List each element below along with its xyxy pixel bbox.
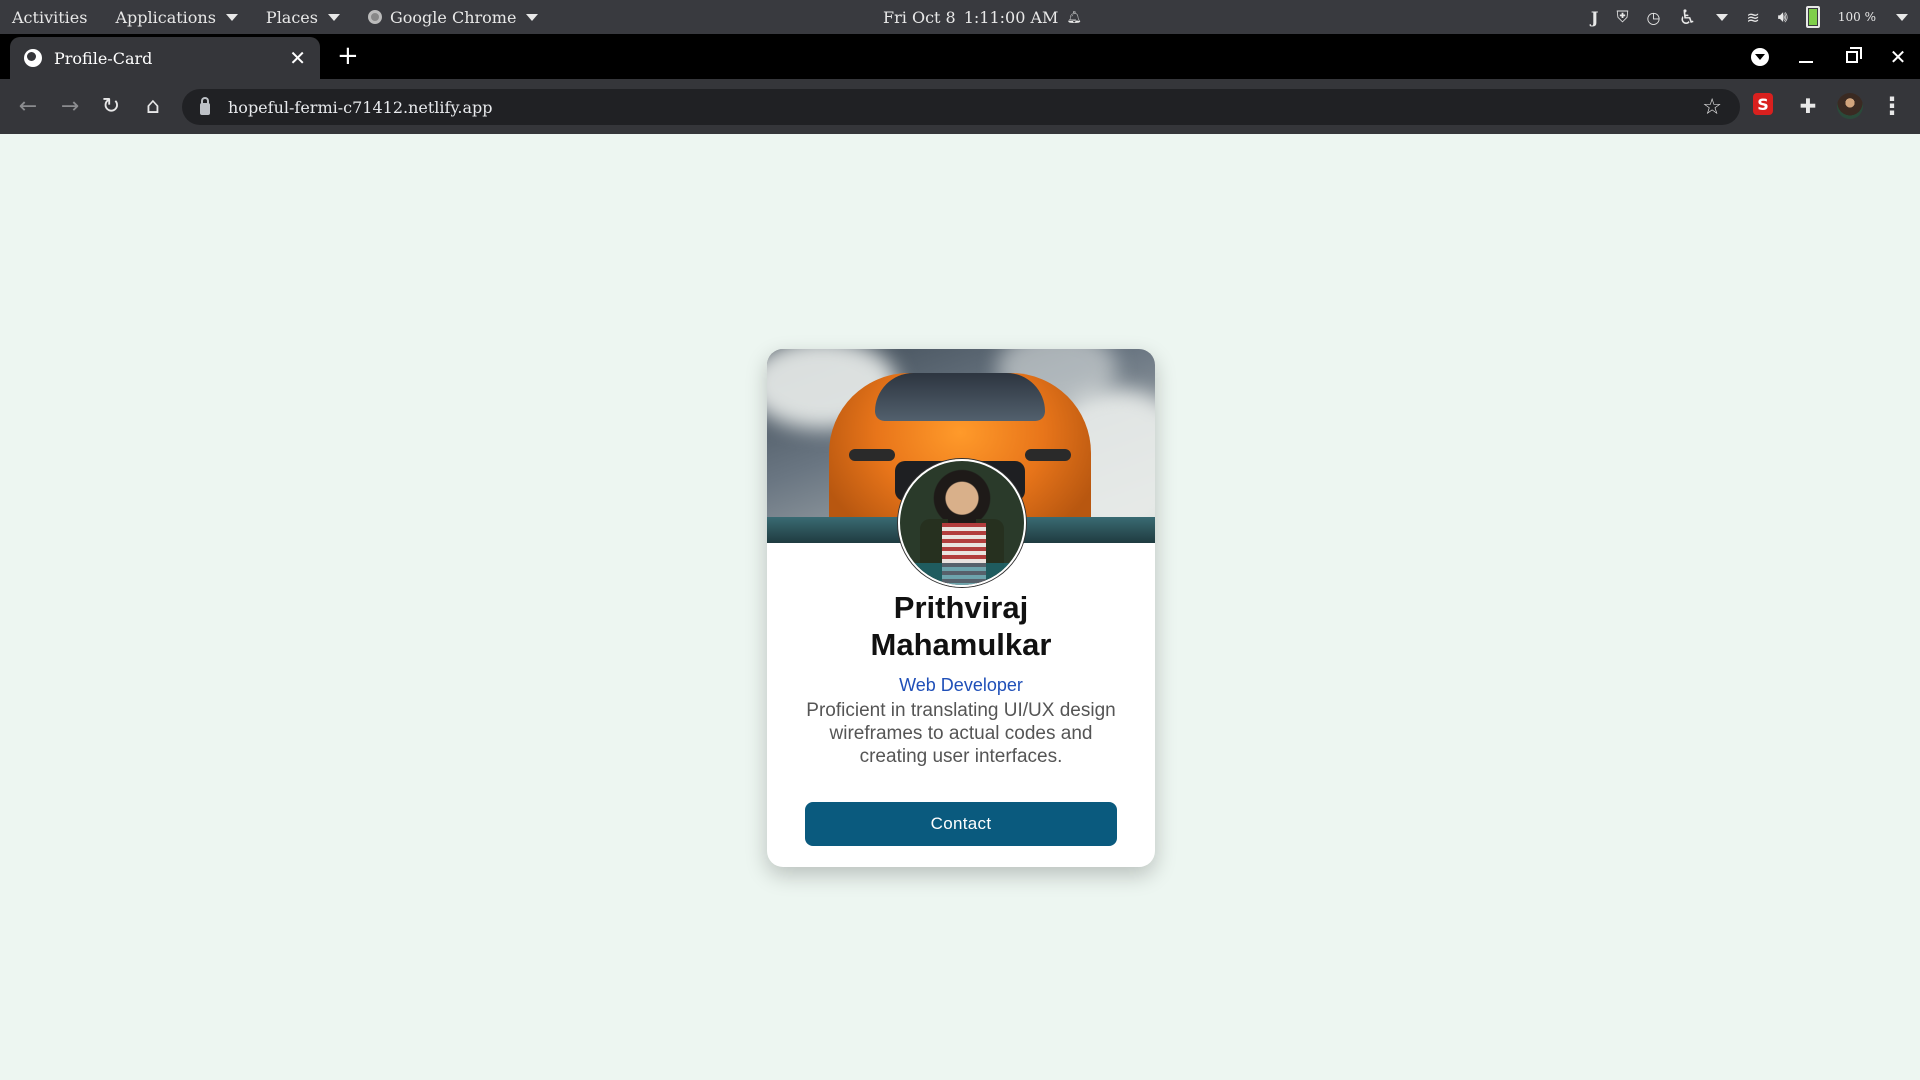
- kebab-menu-icon: ⋮: [1880, 92, 1904, 120]
- tab-profile-card[interactable]: Profile-Card ✕: [10, 37, 320, 79]
- clock[interactable]: Fri Oct 8 1:11:00 AM 🔔︎: [883, 0, 1082, 34]
- wifi-icon[interactable]: ≋: [1746, 8, 1759, 27]
- extensions-button[interactable]: ✚: [1795, 93, 1821, 119]
- accessibility-icon[interactable]: ♿︎: [1678, 5, 1696, 29]
- minimize-button[interactable]: [1796, 47, 1816, 67]
- tab-search-button[interactable]: [1750, 47, 1770, 67]
- chrome-menu-button[interactable]: ⋮: [1879, 92, 1905, 120]
- profile-last-name: Mahamulkar: [870, 627, 1052, 662]
- chevron-down-icon: [327, 13, 340, 21]
- car-windshield: [875, 373, 1045, 421]
- places-label: Places: [265, 7, 318, 27]
- tab-strip: Profile-Card ✕ + ✕: [0, 34, 1920, 79]
- puzzle-icon: ✚: [1799, 94, 1817, 118]
- system-tray[interactable]: J ⛨ ◷ ♿︎ ≋ 🔊︎ 100 %: [1591, 0, 1908, 34]
- lock-icon[interactable]: [200, 97, 210, 115]
- arrow-right-icon: →: [60, 93, 80, 119]
- profile-bio: Proficient in translating UI/UX design w…: [806, 700, 1116, 767]
- chevron-down-icon: [225, 13, 238, 21]
- forward-button[interactable]: →: [56, 92, 84, 120]
- activities-label: Activities: [12, 7, 88, 27]
- chevron-down-icon: [526, 13, 539, 21]
- close-icon: ✕: [1889, 44, 1907, 69]
- clock-icon[interactable]: ◷: [1646, 8, 1660, 27]
- profile-avatar-button[interactable]: [1837, 93, 1863, 119]
- alarm-bell-icon: 🔔︎: [1066, 10, 1082, 24]
- minimize-icon: [1799, 60, 1813, 63]
- shield-icon[interactable]: ⛨: [1616, 7, 1628, 27]
- close-icon[interactable]: ✕: [289, 46, 306, 70]
- address-bar[interactable]: hopeful-fermi-c71412.netlify.app ☆: [182, 89, 1740, 125]
- applications-label: Applications: [115, 7, 216, 27]
- app-menu[interactable]: Google Chrome: [367, 7, 539, 27]
- chevron-down-icon: [1896, 13, 1908, 21]
- tab-title: Profile-Card: [54, 48, 153, 68]
- system-top-bar: Activities Applications Places Google Ch…: [0, 0, 1920, 34]
- battery-icon: [1805, 6, 1820, 28]
- app-menu-label: Google Chrome: [389, 7, 517, 27]
- restore-icon: [1846, 46, 1862, 63]
- profile-card: Prithviraj Mahamulkar Web Developer Prof…: [767, 349, 1155, 867]
- reload-icon: ↻: [101, 93, 121, 119]
- back-button[interactable]: ←: [14, 92, 42, 120]
- profile-role: Web Developer: [899, 675, 1023, 695]
- restore-button[interactable]: [1842, 46, 1862, 67]
- arrow-left-icon: ←: [18, 93, 38, 119]
- car-headlight: [1025, 449, 1071, 461]
- home-button[interactable]: ⌂: [139, 92, 167, 120]
- activities-button[interactable]: Activities: [12, 8, 87, 27]
- star-icon[interactable]: ☆: [1702, 95, 1722, 120]
- extension-s-label: S: [1757, 94, 1769, 114]
- car-headlight: [849, 449, 895, 461]
- battery-percent: 100 %: [1837, 10, 1876, 24]
- reload-button[interactable]: ↻: [97, 92, 125, 120]
- avatar: [898, 459, 1026, 587]
- chevron-down-icon: [1716, 13, 1729, 21]
- profile-first-name: Prithviraj: [893, 590, 1029, 625]
- contact-button[interactable]: Contact: [805, 802, 1117, 846]
- tab-search-icon: [1751, 47, 1769, 66]
- chrome-icon: [367, 10, 382, 24]
- avatar-background-pool: [900, 563, 1024, 585]
- clock-date: Fri Oct 8: [883, 7, 956, 27]
- profile-name: Prithviraj Mahamulkar: [767, 589, 1155, 663]
- browser-toolbar: ← → ↻ ⌂ hopeful-fermi-c71412.netlify.app…: [0, 79, 1920, 134]
- home-icon: ⌂: [146, 93, 160, 119]
- new-tab-button[interactable]: +: [337, 43, 359, 69]
- top-bar-left: Activities Applications Places Google Ch…: [12, 0, 539, 34]
- window-controls: ✕: [1750, 34, 1908, 79]
- volume-icon[interactable]: 🔊︎: [1778, 7, 1788, 27]
- globe-icon: [24, 49, 42, 67]
- extension-s-button[interactable]: S: [1753, 93, 1773, 115]
- web-page: Prithviraj Mahamulkar Web Developer Prof…: [0, 134, 1920, 1080]
- applications-menu[interactable]: Applications: [115, 7, 238, 27]
- close-window-button[interactable]: ✕: [1888, 44, 1908, 69]
- clock-time: 1:11:00 AM: [963, 7, 1059, 27]
- url-text[interactable]: hopeful-fermi-c71412.netlify.app: [228, 98, 492, 117]
- places-menu[interactable]: Places: [266, 8, 340, 27]
- tray-app-icon[interactable]: J: [1591, 8, 1599, 27]
